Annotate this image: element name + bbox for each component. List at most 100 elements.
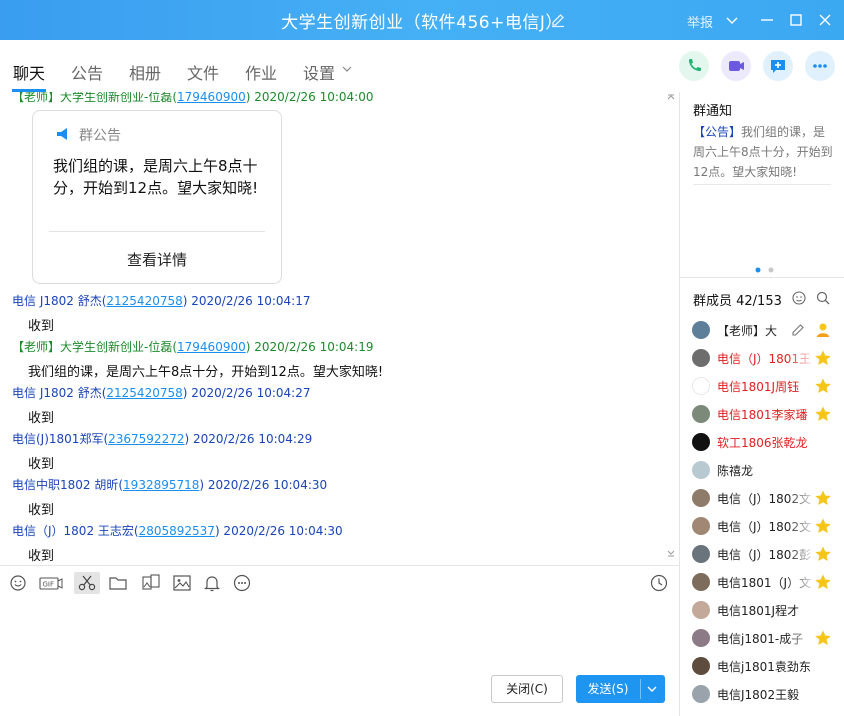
report-link[interactable]: 举报 [687, 12, 713, 31]
sender-uid-link[interactable]: 2367592272 [108, 432, 184, 446]
screenshot-button[interactable] [74, 572, 100, 594]
message-text: 收到 [28, 411, 55, 426]
sender-uid-link[interactable]: 2805892537 [139, 524, 215, 538]
maximize-icon[interactable] [786, 10, 806, 30]
avatar [692, 573, 710, 591]
group-notice-preview[interactable]: 【公告】我们组的课，是周六上午8点十分，开始到12点。望大家知晓! [693, 122, 833, 182]
sender-uid-link[interactable]: 1932895718 [123, 478, 199, 492]
member-item[interactable]: 电信j1801-成子 [692, 626, 844, 652]
avatar [692, 377, 710, 395]
send-button[interactable]: 发送(S) [576, 675, 665, 703]
send-options-chevron-icon[interactable] [646, 685, 658, 693]
message-time: ) 2020/2/26 10:04:00 [245, 92, 374, 104]
group-notice-card[interactable]: 群公告 我们组的课，是周六上午8点十分，开始到12点。望大家知晓! 查看详情 [32, 110, 282, 284]
history-clock-icon[interactable] [648, 572, 670, 594]
tab-homework[interactable]: 作业 [245, 60, 277, 84]
edit-title-icon[interactable] [550, 12, 566, 28]
message-meta: 电信（J）1802 王志宏(2805892537) 2020/2/26 10:0… [12, 522, 343, 539]
view-details-link[interactable]: 查看详情 [33, 249, 281, 270]
star-icon [815, 378, 831, 393]
member-item[interactable]: 软工1806张乾龙 [692, 430, 844, 456]
message-text: 我们组的课，是周六上午8点十分，开始到12点。望大家知晓! [28, 365, 384, 380]
tab-album[interactable]: 相册 [129, 60, 161, 84]
member-item[interactable]: 电信1801J周钰 [692, 374, 844, 400]
chat-window: 大学生创新创业（软件456+电信J） 举报 聊天 公告 相册 文件 作业 设置 [0, 0, 844, 716]
avatar [692, 461, 710, 479]
gif-icon[interactable]: GIF [38, 572, 64, 594]
tab-announcements[interactable]: 公告 [71, 60, 103, 84]
message-meta: 【老师】大学生创新创业-位磊(179460900) 2020/2/26 10:0… [12, 338, 373, 355]
sender-uid-link[interactable]: 179460900 [177, 340, 246, 354]
tab-files[interactable]: 文件 [187, 60, 219, 84]
member-item[interactable]: 电信（J）1802文 [692, 486, 844, 512]
star-icon [815, 350, 831, 365]
tab-settings[interactable]: 设置 [303, 60, 335, 84]
avatar [692, 349, 710, 367]
member-item[interactable]: 电信j1801袁劲东 [692, 654, 844, 680]
edit-icon[interactable] [790, 322, 806, 338]
picture-icon[interactable] [171, 572, 193, 594]
chevron-down-icon[interactable] [722, 10, 742, 30]
avatar [692, 433, 710, 451]
message-time: ) 2020/2/26 10:04:19 [245, 340, 374, 354]
member-item[interactable]: 电信1801（J）文 [692, 570, 844, 596]
star-icon [815, 546, 831, 561]
title-bar[interactable]: 大学生创新创业（软件456+电信J） 举报 [0, 0, 844, 40]
notice-tag: 【公告】 [693, 125, 742, 139]
member-item[interactable]: 【老师】大 [692, 318, 844, 344]
member-item[interactable]: 电信（J）1802彭 [692, 542, 844, 568]
member-name: 电信（J）1802文 [717, 492, 812, 506]
member-item[interactable]: 电信1801J程才 [692, 598, 844, 624]
search-icon[interactable] [815, 290, 831, 306]
tab-bar: 聊天 公告 相册 文件 作业 设置 [0, 40, 844, 92]
window-title: 大学生创新创业（软件456+电信J） [281, 13, 563, 33]
add-app-button[interactable] [763, 51, 793, 81]
member-name: 电信（J）1802文 [717, 520, 812, 534]
divider [680, 277, 844, 278]
sender-uid-link[interactable]: 2125420758 [106, 386, 182, 400]
member-item[interactable]: 陈禧龙 [692, 458, 844, 484]
more-icon[interactable] [231, 572, 253, 594]
member-item[interactable]: 电信1801李家璠 [692, 402, 844, 428]
minimize-icon[interactable] [757, 10, 777, 30]
emoji-icon[interactable] [7, 572, 29, 594]
scroll-up-icon[interactable] [666, 92, 676, 102]
avatar [692, 545, 710, 563]
settings-chevron-down-icon[interactable] [341, 63, 353, 75]
member-item[interactable]: 电信（J）1802文 [692, 514, 844, 540]
divider [640, 679, 641, 699]
carousel-dots[interactable] [755, 267, 779, 273]
smiley-settings-icon[interactable] [791, 290, 807, 306]
member-name: 陈禧龙 [717, 464, 754, 478]
folder-icon[interactable] [107, 572, 129, 594]
sender-name: 【老师】大学生创新创业-位磊( [12, 340, 178, 354]
image-gallery-icon[interactable] [140, 572, 162, 594]
chat-history[interactable]: 【老师】大学生创新创业-位磊(179460900) 2020/2/26 10:0… [0, 92, 679, 565]
sender-uid-link[interactable]: 2125420758 [106, 294, 182, 308]
star-icon [815, 490, 831, 505]
tab-chat[interactable]: 聊天 [13, 60, 45, 84]
phone-icon [689, 59, 701, 71]
member-name: 电信j1801袁劲东 [717, 660, 811, 674]
member-item[interactable]: 电信（J）1801王 [692, 346, 844, 372]
notice-card-title: 群公告 [79, 128, 121, 144]
more-options-button[interactable] [805, 51, 835, 81]
star-icon [815, 406, 831, 421]
member-name: 电信j1801-成子 [717, 632, 804, 646]
scroll-down-icon[interactable] [666, 548, 676, 558]
sender-name: 电信 J1802 舒杰( [12, 386, 107, 400]
video-call-button[interactable] [721, 51, 751, 81]
voice-call-button[interactable] [679, 51, 709, 81]
bell-icon[interactable] [201, 572, 223, 594]
close-button[interactable]: 关闭(C) [491, 675, 563, 703]
star-icon [815, 574, 831, 589]
sender-name: 电信 J1802 舒杰( [12, 294, 107, 308]
divider [49, 231, 265, 232]
message-meta: 【老师】大学生创新创业-位磊(179460900) 2020/2/26 10:0… [12, 92, 373, 105]
member-name: 电信（J）1802彭 [717, 548, 812, 562]
sender-uid-link[interactable]: 179460900 [177, 92, 246, 104]
sender-name: 电信（J）1802 王志宏( [12, 524, 139, 538]
close-icon[interactable] [815, 10, 835, 30]
member-item[interactable]: 电信J1802王毅 [692, 682, 844, 708]
send-button-label: 发送(S) [587, 682, 629, 696]
